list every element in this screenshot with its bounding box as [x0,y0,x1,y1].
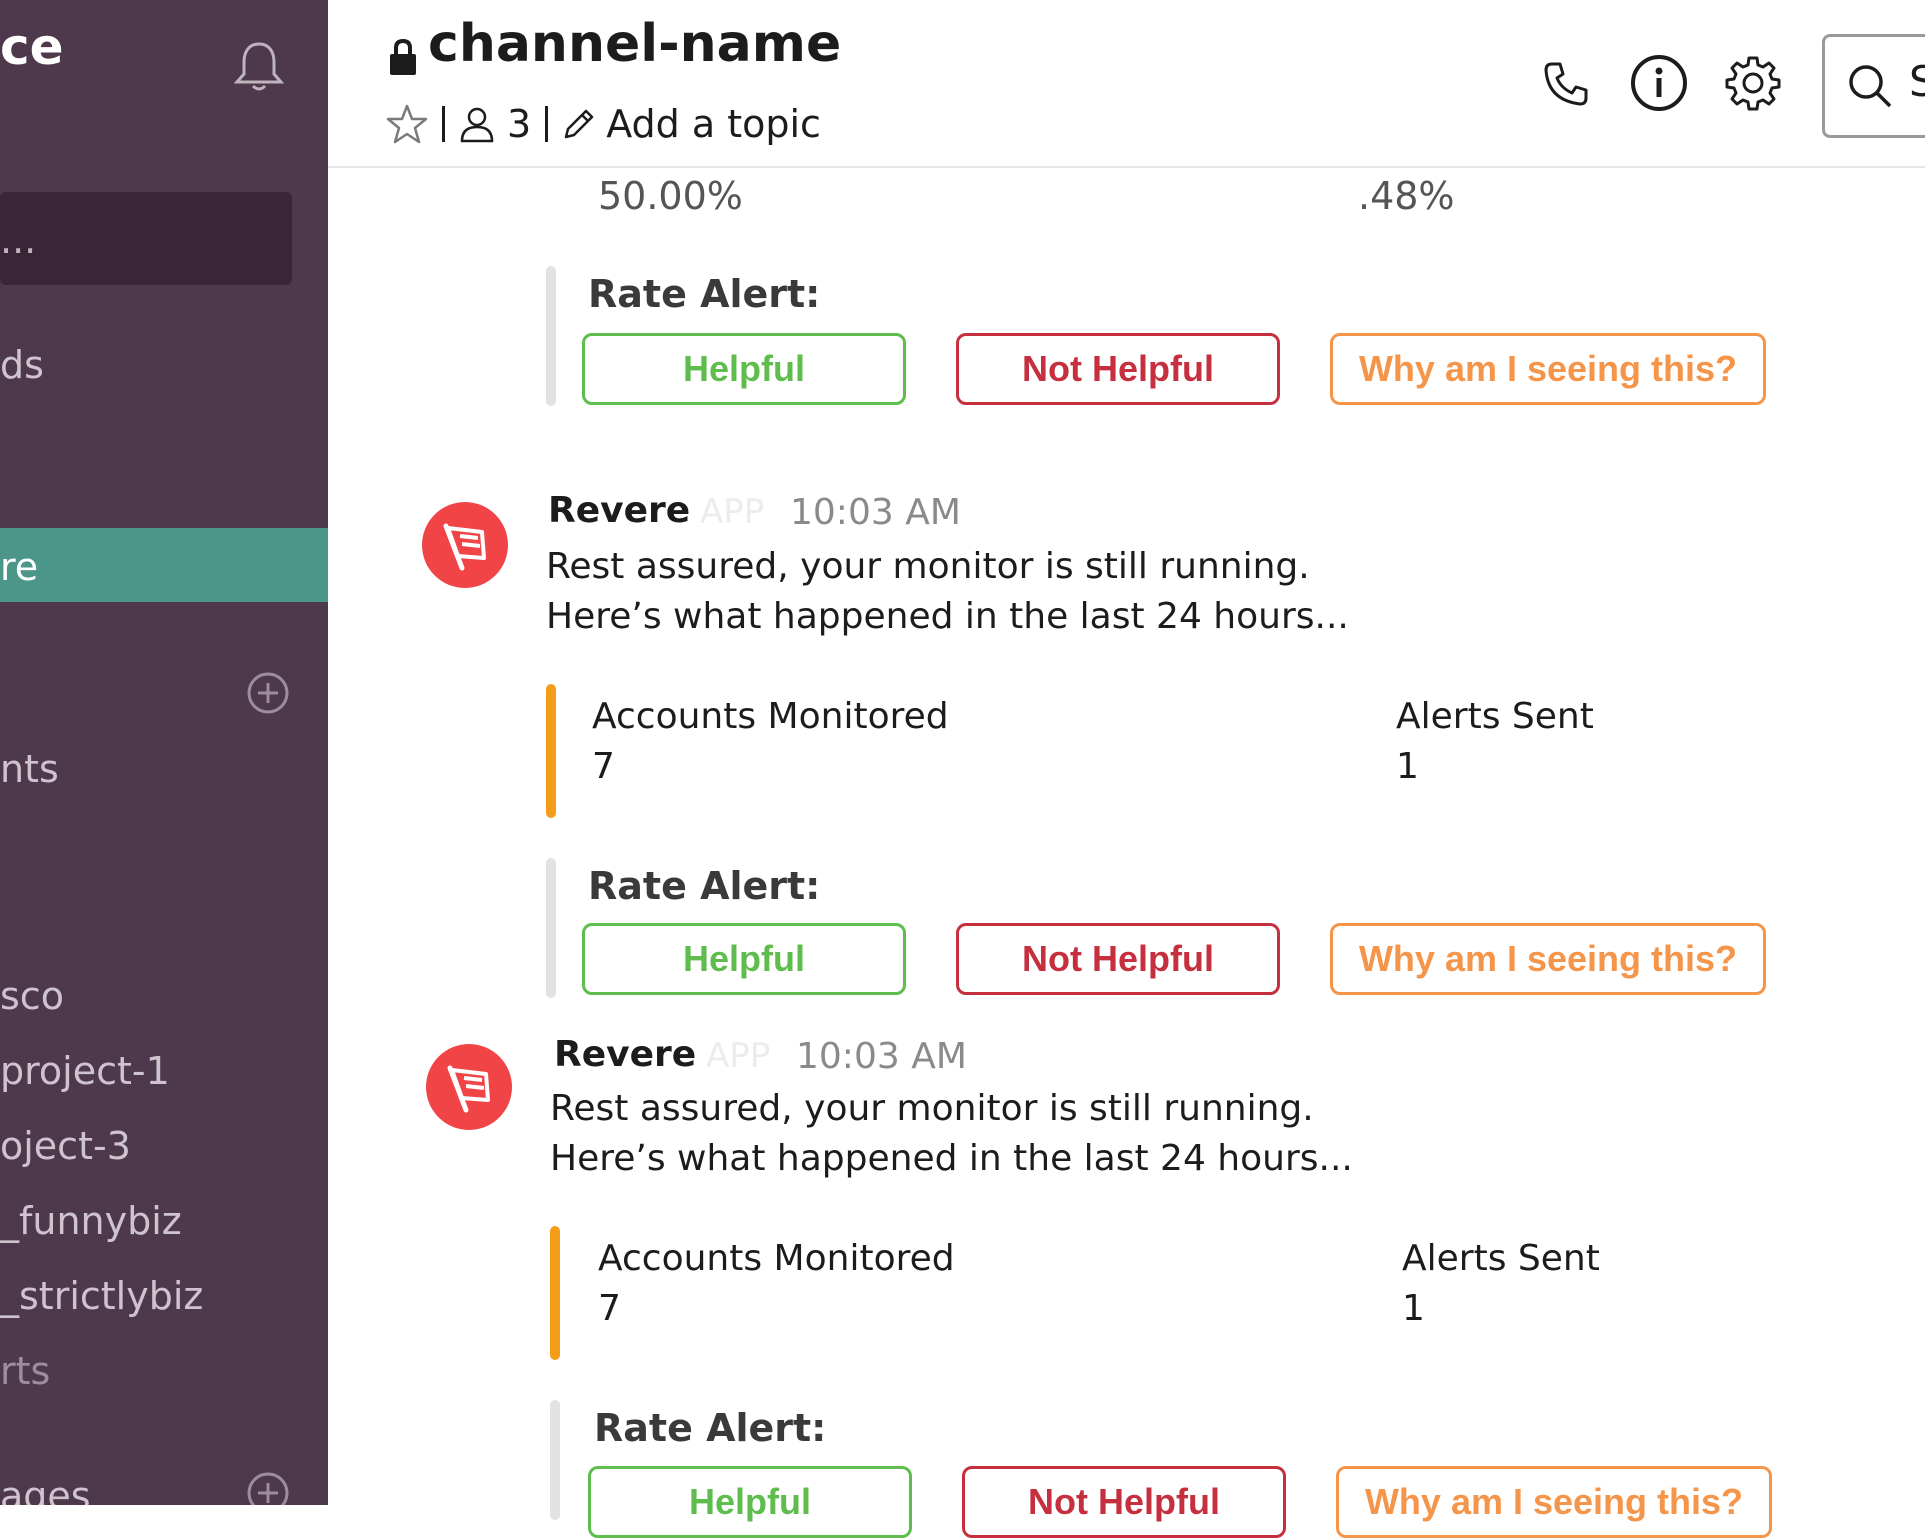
why-seeing-this-button[interactable]: Why am I seeing this? [1330,923,1766,995]
attachment-bar [546,266,556,406]
info-icon[interactable] [1630,54,1688,112]
field-label: Accounts Monitored [592,696,949,737]
bell-icon[interactable] [232,40,286,92]
avatar[interactable] [422,502,508,588]
message-sender[interactable]: Revere [554,1034,696,1075]
field-value: 7 [598,1288,621,1329]
sidebar-item-channel[interactable]: sco [0,977,64,1015]
sidebar-item-channel[interactable]: rts [0,1352,50,1390]
app-tag: APP [706,1036,771,1076]
message-text: Here’s what happened in the last 24 hour… [550,1138,1353,1179]
attachment-bar [546,858,556,998]
message-text: Rest assured, your monitor is still runn… [546,546,1310,587]
search-placeholder: S [1909,57,1925,106]
field-value: 50.00% [598,174,743,218]
field-value: 7 [592,746,615,787]
field-label: Alerts Sent [1396,696,1594,737]
attachment-bar [546,684,556,818]
sidebar-item-channel[interactable]: _funnybiz [0,1202,182,1240]
member-count[interactable]: 3 [507,102,531,146]
sidebar: ce ... ds re nts sco project-1 oject-3 _… [0,0,328,1505]
attachment-bar [550,1226,560,1360]
sidebar-item-threads[interactable]: ds [0,346,44,384]
sidebar-item-channel[interactable]: _strictlybiz [0,1277,203,1315]
sidebar-item-channel[interactable]: project-1 [0,1052,170,1090]
field-value: .48% [1358,174,1455,218]
jump-to-button[interactable]: ... [0,192,292,285]
sidebar-item-active-label: re [0,545,39,589]
message-sender[interactable]: Revere [548,490,690,531]
channel-meta: 3 Add a topic [386,98,821,150]
lock-icon [390,38,416,75]
message-time[interactable]: 10:03 AM [790,492,961,533]
search-icon [1849,65,1892,108]
sidebar-section-label[interactable]: nts [0,750,59,788]
app-tag: APP [700,492,765,532]
workspace-name[interactable]: ce [0,22,64,72]
channel-title[interactable]: channel-name [428,14,841,74]
add-channel-icon[interactable] [246,671,290,715]
why-seeing-this-button[interactable]: Why am I seeing this? [1336,1466,1772,1538]
flag-icon [443,523,486,571]
pencil-icon [564,109,594,139]
flag-icon [447,1065,490,1113]
star-icon[interactable] [386,103,428,145]
rate-alert-label: Rate Alert: [588,272,821,316]
attachment-bar [550,1400,560,1520]
not-helpful-button[interactable]: Not Helpful [962,1466,1286,1538]
rate-alert-label: Rate Alert: [588,864,821,908]
divider [442,106,445,142]
search-box[interactable]: S [1822,34,1925,138]
field-value: 1 [1396,746,1419,787]
message-time[interactable]: 10:03 AM [796,1036,967,1077]
not-helpful-button[interactable]: Not Helpful [956,333,1280,405]
sidebar-item-channel[interactable]: oject-3 [0,1127,131,1165]
field-value: 1 [1402,1288,1425,1329]
rate-alert-label: Rate Alert: [594,1406,827,1450]
add-topic-link[interactable]: Add a topic [606,102,821,146]
avatar[interactable] [426,1044,512,1130]
sidebar-section-dms[interactable]: ages [0,1477,91,1505]
field-label: Accounts Monitored [598,1238,955,1279]
phone-icon[interactable] [1542,60,1590,108]
divider [545,106,549,142]
helpful-button[interactable]: Helpful [582,923,906,995]
field-label: Alerts Sent [1402,1238,1600,1279]
helpful-button[interactable]: Helpful [588,1466,912,1538]
gear-icon[interactable] [1724,54,1782,112]
channel-header: channel-name 3 Add a topic [328,0,1925,168]
jump-to-label: ... [0,218,37,262]
sidebar-item-active[interactable]: re [0,528,328,602]
why-seeing-this-button[interactable]: Why am I seeing this? [1330,333,1766,405]
helpful-button[interactable]: Helpful [582,333,906,405]
message-text: Here’s what happened in the last 24 hour… [546,596,1349,637]
message-text: Rest assured, your monitor is still runn… [550,1088,1314,1129]
member-icon[interactable] [459,105,495,143]
not-helpful-button[interactable]: Not Helpful [956,923,1280,995]
add-dm-icon[interactable] [246,1471,290,1505]
